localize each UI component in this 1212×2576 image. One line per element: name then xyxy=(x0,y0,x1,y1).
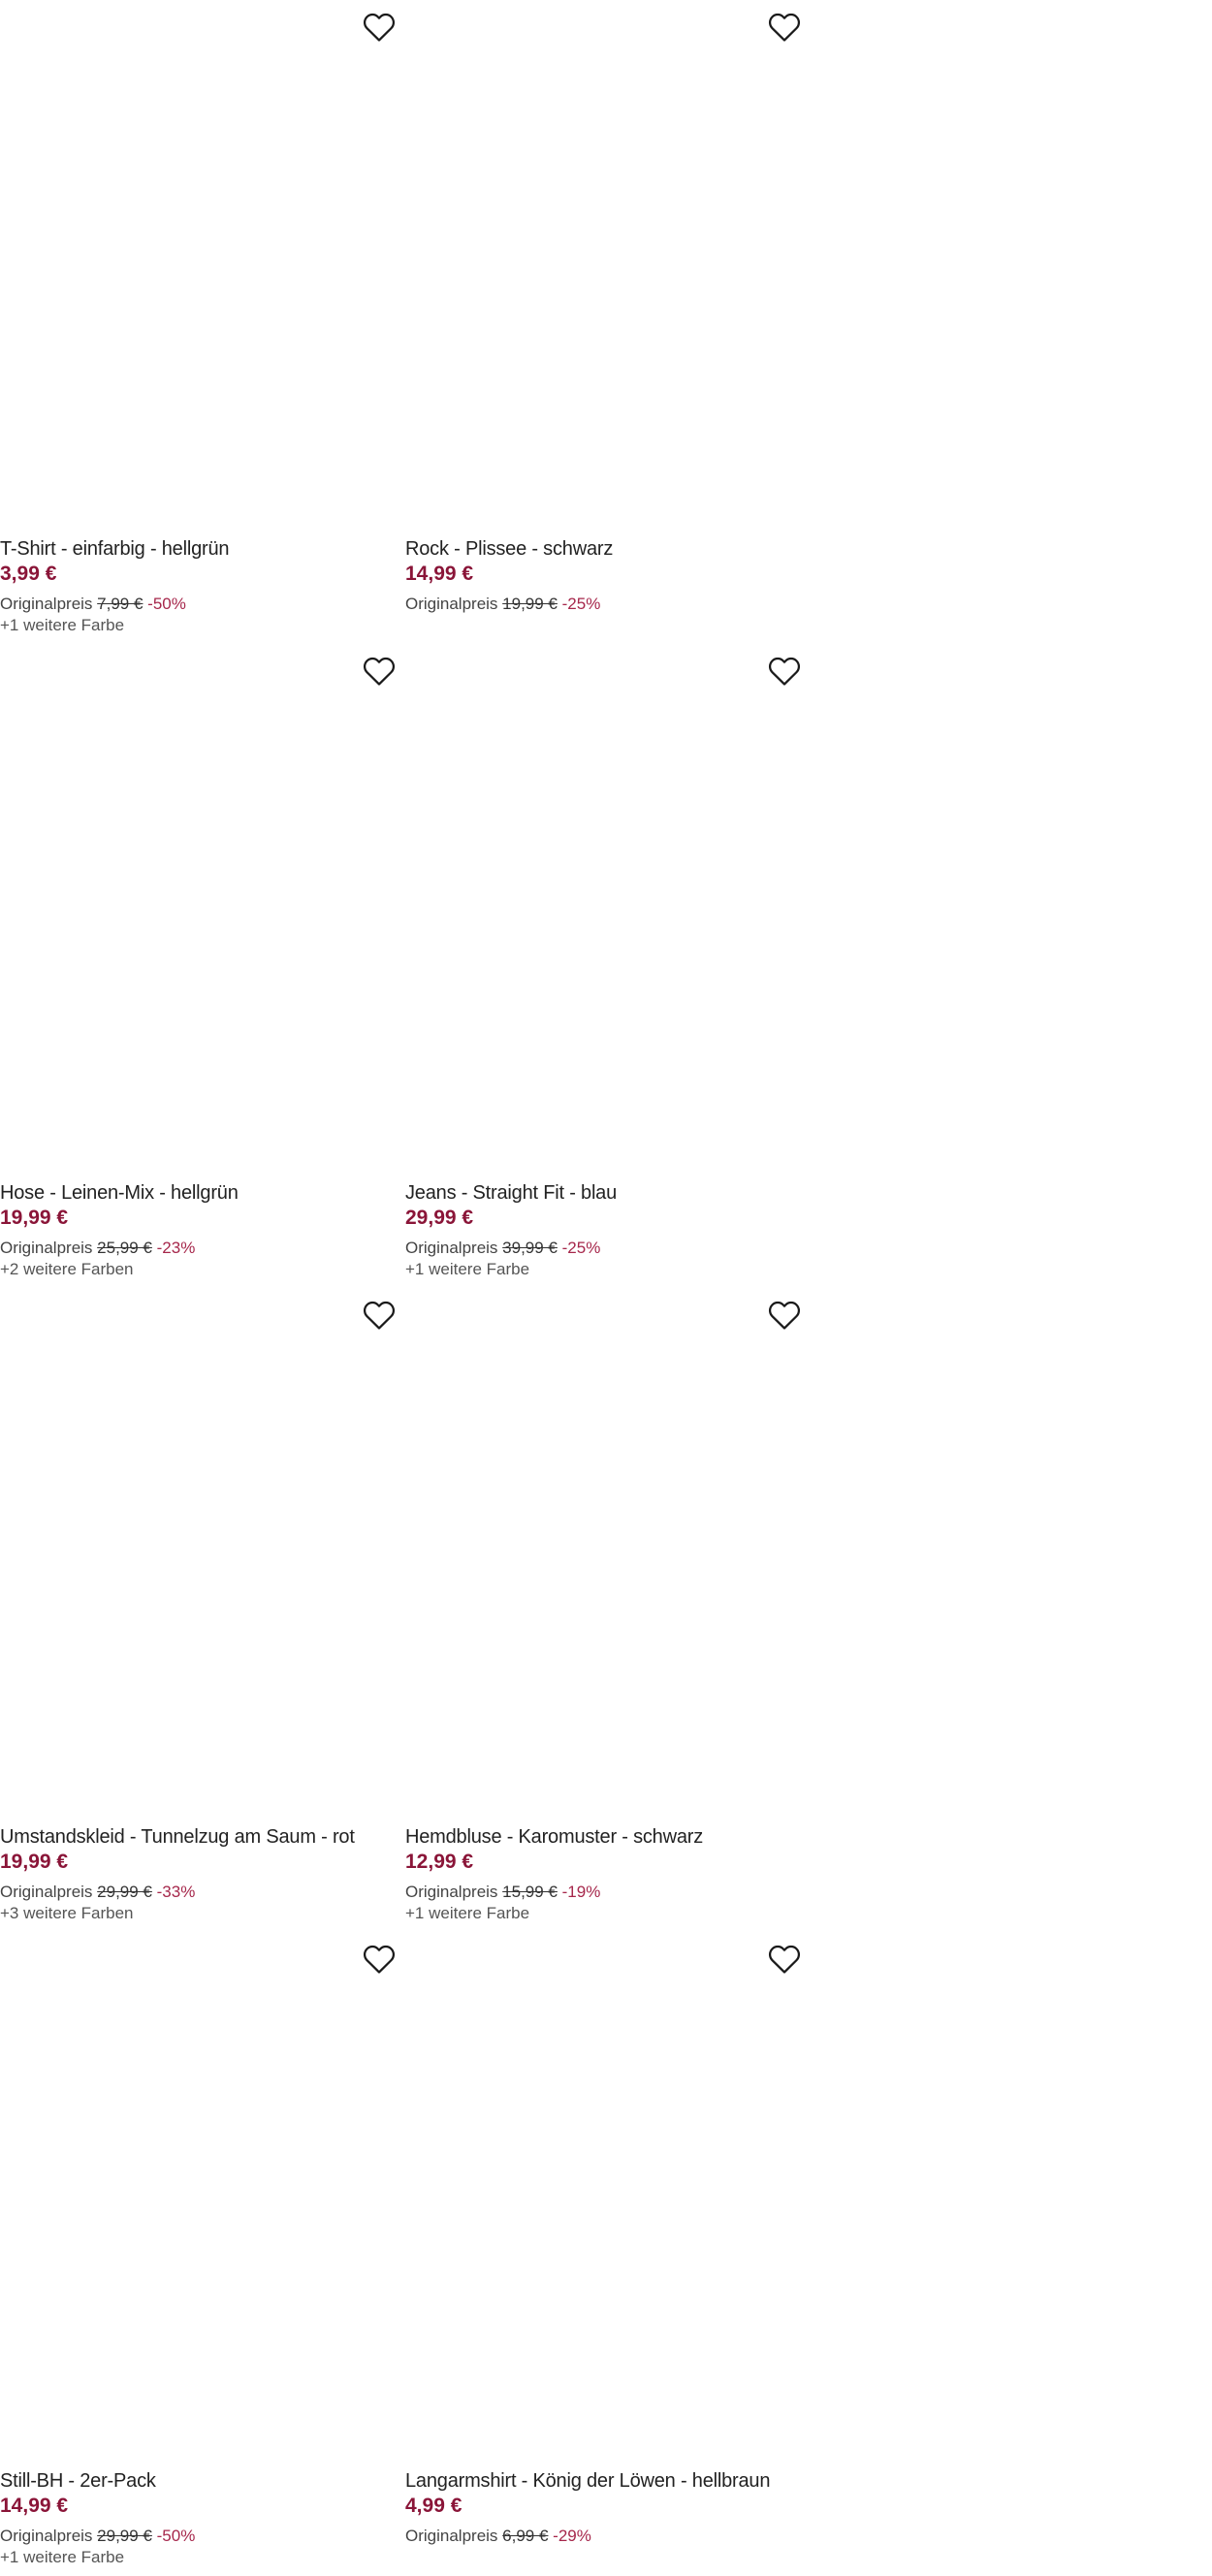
product-price: 4,99 € xyxy=(405,2495,462,2517)
heart-outline-icon xyxy=(768,657,801,686)
original-price-label: Originalpreis xyxy=(0,1239,93,1257)
original-price: 39,99 € xyxy=(502,1239,558,1257)
wishlist-button[interactable] xyxy=(766,10,803,45)
original-price-line: Originalpreis 19,99 € -25% xyxy=(405,594,803,615)
product-image[interactable] xyxy=(0,644,392,1175)
product-info: Umstandskleid - Tunnelzug am Saum - rot … xyxy=(0,1824,398,1924)
heart-outline-icon xyxy=(768,1945,801,1974)
original-price: 7,99 € xyxy=(97,595,144,613)
product-title[interactable]: Hemdbluse - Karomuster - schwarz xyxy=(405,1824,803,1850)
original-price: 29,99 € xyxy=(97,2527,152,2545)
product-card[interactable]: Jeans - Straight Fit - blau 29,99 € Orig… xyxy=(405,644,811,1288)
product-card[interactable]: Still-BH - 2er-Pack 14,99 € Originalprei… xyxy=(0,1932,405,2576)
discount-badge: -25% xyxy=(561,1239,601,1257)
discount-badge: -29% xyxy=(553,2527,591,2545)
original-price: 6,99 € xyxy=(502,2527,549,2545)
product-info: Jeans - Straight Fit - blau 29,99 € Orig… xyxy=(405,1180,803,1280)
discount-badge: -19% xyxy=(561,1883,601,1901)
original-price: 15,99 € xyxy=(502,1883,558,1901)
product-price: 14,99 € xyxy=(405,563,474,585)
more-colors-note: +1 weitere Farbe xyxy=(0,616,125,634)
more-colors-note: +3 weitere Farben xyxy=(0,1904,134,1922)
product-card[interactable]: Rock - Plissee - schwarz 14,99 € Origina… xyxy=(405,0,811,644)
product-grid: T-Shirt - einfarbig - hellgrün 3,99 € Or… xyxy=(0,0,810,2576)
wishlist-button[interactable] xyxy=(361,1942,398,1977)
original-price: 19,99 € xyxy=(502,595,558,613)
product-card[interactable]: Langarmshirt - König der Löwen - hellbra… xyxy=(405,1932,811,2576)
original-price-line: Originalpreis 39,99 € -25% xyxy=(405,1238,803,1259)
product-info: T-Shirt - einfarbig - hellgrün 3,99 € Or… xyxy=(0,536,398,636)
discount-badge: -23% xyxy=(156,1239,196,1257)
wishlist-button[interactable] xyxy=(766,654,803,689)
discount-badge: -33% xyxy=(156,1883,196,1901)
product-image[interactable] xyxy=(0,1288,392,1819)
more-colors-note: +1 weitere Farbe xyxy=(405,1904,530,1922)
discount-badge: -50% xyxy=(147,595,186,613)
discount-badge: -25% xyxy=(561,595,601,613)
product-info: Hose - Leinen-Mix - hellgrün 19,99 € Ori… xyxy=(0,1180,398,1280)
original-price-line: Originalpreis 6,99 € -29% xyxy=(405,2526,803,2547)
heart-outline-icon xyxy=(768,1301,801,1330)
product-price: 14,99 € xyxy=(0,2495,69,2517)
discount-badge: -50% xyxy=(156,2527,196,2545)
heart-outline-icon xyxy=(363,1301,396,1330)
product-title[interactable]: Jeans - Straight Fit - blau xyxy=(405,1180,803,1206)
heart-outline-icon xyxy=(363,13,396,42)
original-price-label: Originalpreis xyxy=(0,1883,93,1901)
product-info: Still-BH - 2er-Pack 14,99 € Originalprei… xyxy=(0,2468,398,2568)
product-price: 3,99 € xyxy=(0,563,57,585)
product-image[interactable] xyxy=(405,644,797,1175)
product-image[interactable] xyxy=(0,1932,392,2463)
product-title[interactable]: Umstandskleid - Tunnelzug am Saum - rot xyxy=(0,1824,398,1850)
heart-outline-icon xyxy=(363,1945,396,1974)
product-image[interactable] xyxy=(405,1932,797,2463)
heart-outline-icon xyxy=(768,13,801,42)
wishlist-button[interactable] xyxy=(766,1942,803,1977)
original-price: 25,99 € xyxy=(97,1239,152,1257)
product-card[interactable]: Hose - Leinen-Mix - hellgrün 19,99 € Ori… xyxy=(0,644,405,1288)
original-price-label: Originalpreis xyxy=(405,595,498,613)
product-title[interactable]: Langarmshirt - König der Löwen - hellbra… xyxy=(405,2468,803,2494)
original-price-label: Originalpreis xyxy=(0,2527,93,2545)
product-card[interactable]: Hemdbluse - Karomuster - schwarz 12,99 €… xyxy=(405,1288,811,1932)
product-info: Langarmshirt - König der Löwen - hellbra… xyxy=(405,2468,803,2547)
more-colors-note: +1 weitere Farbe xyxy=(405,1260,530,1278)
product-price: 19,99 € xyxy=(0,1851,69,1873)
original-price: 29,99 € xyxy=(97,1883,152,1901)
original-price-label: Originalpreis xyxy=(0,595,93,613)
original-price-label: Originalpreis xyxy=(405,1239,498,1257)
product-image[interactable] xyxy=(405,0,797,531)
wishlist-button[interactable] xyxy=(361,10,398,45)
original-price-line: Originalpreis 29,99 € -33% xyxy=(0,1882,398,1903)
heart-outline-icon xyxy=(363,657,396,686)
product-info: Hemdbluse - Karomuster - schwarz 12,99 €… xyxy=(405,1824,803,1924)
more-colors-note: +2 weitere Farben xyxy=(0,1260,134,1278)
product-image[interactable] xyxy=(0,0,392,531)
product-card[interactable]: Umstandskleid - Tunnelzug am Saum - rot … xyxy=(0,1288,405,1932)
product-title[interactable]: Hose - Leinen-Mix - hellgrün xyxy=(0,1180,398,1206)
original-price-line: Originalpreis 25,99 € -23% xyxy=(0,1238,398,1259)
product-card[interactable]: T-Shirt - einfarbig - hellgrün 3,99 € Or… xyxy=(0,0,405,644)
product-image[interactable] xyxy=(405,1288,797,1819)
product-price: 19,99 € xyxy=(0,1207,69,1229)
original-price-line: Originalpreis 15,99 € -19% xyxy=(405,1882,803,1903)
wishlist-button[interactable] xyxy=(361,1298,398,1333)
original-price-label: Originalpreis xyxy=(405,2527,498,2545)
product-price: 12,99 € xyxy=(405,1851,474,1873)
product-info: Rock - Plissee - schwarz 14,99 € Origina… xyxy=(405,536,803,615)
original-price-label: Originalpreis xyxy=(405,1883,498,1901)
original-price-line: Originalpreis 7,99 € -50% xyxy=(0,594,398,615)
more-colors-note: +1 weitere Farbe xyxy=(0,2548,125,2566)
product-price: 29,99 € xyxy=(405,1207,474,1229)
original-price-line: Originalpreis 29,99 € -50% xyxy=(0,2526,398,2547)
product-title[interactable]: T-Shirt - einfarbig - hellgrün xyxy=(0,536,398,562)
wishlist-button[interactable] xyxy=(766,1298,803,1333)
product-title[interactable]: Still-BH - 2er-Pack xyxy=(0,2468,398,2494)
product-title[interactable]: Rock - Plissee - schwarz xyxy=(405,536,803,562)
wishlist-button[interactable] xyxy=(361,654,398,689)
